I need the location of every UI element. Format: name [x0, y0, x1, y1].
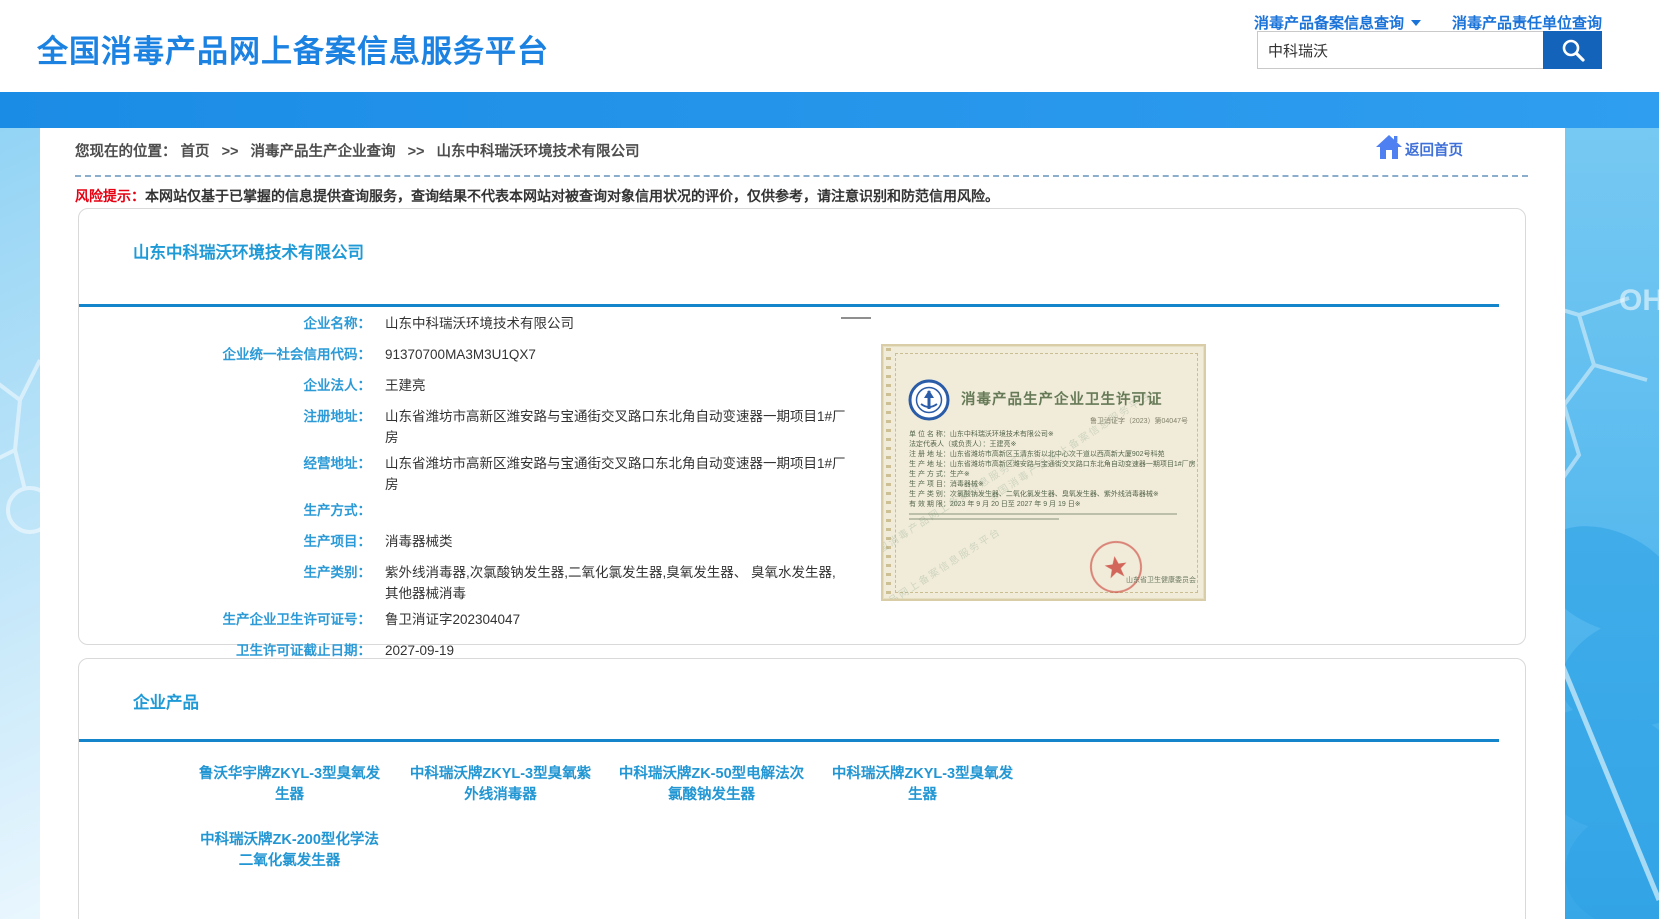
- back-to-home-link[interactable]: 返回首页: [1375, 134, 1463, 160]
- field-value: 王建亮: [385, 370, 426, 396]
- site-header: 全国消毒产品网上备案信息服务平台 消毒产品备案信息查询 消毒产品责任单位查询: [0, 0, 1659, 92]
- field-value: 91370700MA3M3U1QX7: [385, 339, 536, 365]
- company-fields: 企业名称： 山东中科瑞沃环境技术有限公司 企业统一社会信用代码： 9137070…: [79, 308, 919, 666]
- field-label: 经营地址：: [79, 448, 371, 479]
- risk-warning-label: 风险提示：: [75, 188, 145, 204]
- molecule-art-left: [0, 330, 45, 590]
- field-value: 消毒器械类: [385, 526, 453, 552]
- product-link[interactable]: 中科瑞沃牌ZKYL-3型臭氧发生器: [817, 764, 1028, 806]
- magnifier-icon: [1560, 37, 1586, 63]
- field-label: 企业名称：: [79, 308, 371, 339]
- field-label: 企业统一社会信用代码：: [79, 339, 371, 370]
- top-nav: 消毒产品备案信息查询 消毒产品责任单位查询: [1254, 12, 1602, 33]
- field-value: 紫外线消毒器,次氯酸钠发生器,二氧化氯发生器,臭氧发生器、 臭氧水发生器,其他器…: [385, 557, 847, 604]
- field-row-company-name: 企业名称： 山东中科瑞沃环境技术有限公司: [79, 308, 919, 339]
- field-label: 生产类别：: [79, 557, 371, 588]
- product-list: 鲁沃华宇牌ZKYL-3型臭氧发生器 中科瑞沃牌ZKYL-3型臭氧紫外线消毒器 中…: [184, 764, 1028, 872]
- caret-down-icon: [1411, 20, 1421, 26]
- certificate-issuer: 山东省卫生健康委员会: [1126, 575, 1196, 585]
- nav-record-info-query[interactable]: 消毒产品备案信息查询: [1254, 12, 1421, 33]
- risk-warning: 风险提示：本网站仅基于已掌握的信息提供查询服务，查询结果不代表本网站对被查询对象…: [75, 186, 999, 206]
- search-bar: [1257, 31, 1602, 69]
- breadcrumb-company: 山东中科瑞沃环境技术有限公司: [437, 144, 640, 160]
- certificate-line: 有 效 期 限：2023 年 9 月 20 日至 2027 年 9 月 19 日…: [909, 500, 1197, 510]
- hygiene-license-certificate-image: 全国消毒产品网上备案信息服务平台 全国消毒产品网上备案信息服务平台 全国消毒产品…: [881, 344, 1206, 601]
- certificate-border-pattern: [886, 348, 891, 597]
- breadcrumb: 您现在的位置： 首页 >> 消毒产品生产企业查询 >> 山东中科瑞沃环境技术有限…: [75, 140, 640, 161]
- site-title: 全国消毒产品网上备案信息服务平台: [37, 26, 549, 71]
- certificate-title: 消毒产品生产企业卫生许可证: [961, 388, 1163, 409]
- certificate-line: 生 产 项 目：消毒器械※: [909, 480, 1197, 490]
- back-to-home-label: 返回首页: [1405, 139, 1463, 160]
- field-label: 注册地址：: [79, 401, 371, 432]
- nav-record-info-query-label: 消毒产品备案信息查询: [1254, 12, 1404, 33]
- breadcrumb-separator: >>: [222, 144, 239, 160]
- field-value: 山东中科瑞沃环境技术有限公司: [385, 308, 574, 334]
- products-card-title: 企业产品: [133, 689, 199, 713]
- certificate-emblem-icon: [907, 378, 951, 427]
- breadcrumb-separator: >>: [408, 144, 425, 160]
- field-row-credit-code: 企业统一社会信用代码： 91370700MA3M3U1QX7: [79, 339, 919, 370]
- field-row-business-address: 经营地址： 山东省潍坊市高新区潍安路与宝通街交叉路口东北角自动变速器一期项目1#…: [79, 448, 919, 495]
- company-products-card: 企业产品 鲁沃华宇牌ZKYL-3型臭氧发生器 中科瑞沃牌ZKYL-3型臭氧紫外线…: [78, 658, 1526, 919]
- scan-artifact-dash: [841, 317, 871, 319]
- field-label: 生产项目：: [79, 526, 371, 557]
- home-icon: [1375, 134, 1403, 160]
- field-label: 生产方式：: [79, 495, 371, 526]
- risk-warning-text: 本网站仅基于已掌握的信息提供查询服务，查询结果不代表本网站对被查询对象信用状况的…: [145, 188, 999, 204]
- field-row-production-category: 生产类别： 紫外线消毒器,次氯酸钠发生器,二氧化氯发生器,臭氧发生器、 臭氧水发…: [79, 557, 919, 604]
- certificate-line: 注 册 地 址：山东省潍坊市高新区玉清东街以北中心次干道以西高新大厦902号科苑: [909, 450, 1197, 460]
- field-value: 鲁卫消证字202304047: [385, 604, 520, 630]
- field-label: 企业法人：: [79, 370, 371, 401]
- product-link[interactable]: 中科瑞沃牌ZKYL-3型臭氧紫外线消毒器: [395, 764, 606, 806]
- certificate-line: 单 位 名 称：山东中科瑞沃环境技术有限公司※: [909, 430, 1197, 440]
- nav-responsible-unit-query-label: 消毒产品责任单位查询: [1452, 12, 1602, 33]
- certificate-line: 法定代表人（或负责人）：王建亮※: [909, 440, 1197, 450]
- nav-responsible-unit-query[interactable]: 消毒产品责任单位查询: [1452, 12, 1602, 33]
- search-input[interactable]: [1257, 31, 1543, 69]
- svg-text:OH: OH: [1619, 284, 1659, 317]
- field-row-registered-address: 注册地址： 山东省潍坊市高新区潍安路与宝通街交叉路口东北角自动变速器一期项目1#…: [79, 401, 919, 448]
- company-card-title: 山东中科瑞沃环境技术有限公司: [133, 239, 364, 263]
- field-value: 山东省潍坊市高新区潍安路与宝通街交叉路口东北角自动变速器一期项目1#厂房: [385, 401, 847, 448]
- company-card-rule: [79, 304, 1499, 307]
- breadcrumb-enterprise-query[interactable]: 消毒产品生产企业查询: [251, 144, 396, 160]
- certificate-number: 鲁卫消证字（2023）第04047号: [1090, 416, 1188, 426]
- certificate-line: 生 产 类 别：次氯酸钠发生器、二氧化氯发生器、臭氧发生器、紫外线消毒器械※: [909, 490, 1197, 500]
- product-link[interactable]: 鲁沃华宇牌ZKYL-3型臭氧发生器: [184, 764, 395, 806]
- dashed-divider: [75, 175, 1528, 177]
- field-label: 生产企业卫生许可证号：: [79, 604, 371, 635]
- product-link[interactable]: 中科瑞沃牌ZK-50型电解法次氯酸钠发生器: [606, 764, 817, 806]
- certificate-footnote-line: [909, 513, 1177, 515]
- certificate-fields: 单 位 名 称：山东中科瑞沃环境技术有限公司※ 法定代表人（或负责人）：王建亮※…: [909, 430, 1197, 520]
- breadcrumb-prefix: 您现在的位置：: [75, 144, 177, 160]
- certificate-line: 生 产 方 式：生产※: [909, 470, 1197, 480]
- product-link[interactable]: 中科瑞沃牌ZK-200型化学法二氧化氯发生器: [184, 830, 395, 872]
- search-button[interactable]: [1543, 31, 1602, 69]
- breadcrumb-home[interactable]: 首页: [181, 144, 210, 160]
- field-row-production-mode: 生产方式：: [79, 495, 919, 526]
- header-band: [0, 92, 1659, 128]
- certificate-line: 生 产 地 址：山东省潍坊市高新区潍安路与宝通街交叉路口东北角自动变速器一期项目…: [909, 460, 1197, 470]
- certificate-footnote-line: [909, 518, 1059, 520]
- field-value: 山东省潍坊市高新区潍安路与宝通街交叉路口东北角自动变速器一期项目1#厂房: [385, 448, 847, 495]
- field-row-license-number: 生产企业卫生许可证号： 鲁卫消证字202304047: [79, 604, 919, 635]
- field-row-legal-person: 企业法人： 王建亮: [79, 370, 919, 401]
- company-info-card: 山东中科瑞沃环境技术有限公司 企业名称： 山东中科瑞沃环境技术有限公司 企业统一…: [78, 208, 1526, 645]
- main-panel: 您现在的位置： 首页 >> 消毒产品生产企业查询 >> 山东中科瑞沃环境技术有限…: [40, 128, 1565, 919]
- products-card-rule: [79, 739, 1499, 742]
- field-row-production-project: 生产项目： 消毒器械类: [79, 526, 919, 557]
